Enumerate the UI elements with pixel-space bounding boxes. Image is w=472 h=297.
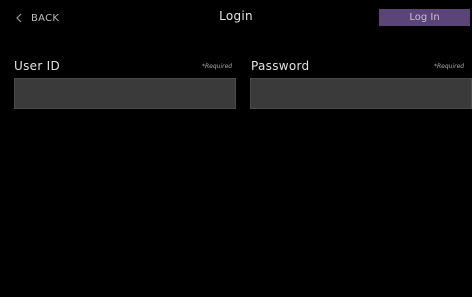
user-id-field[interactable]	[14, 78, 236, 109]
login-button[interactable]: Log In	[379, 9, 470, 26]
user-id-label: User ID	[14, 59, 61, 73]
header-bar: BACK Login Log In	[0, 0, 472, 34]
password-required-note: *Required	[434, 63, 465, 70]
password-field[interactable]	[250, 78, 472, 109]
password-label: Password	[251, 59, 310, 73]
user-id-required-note: *Required	[202, 63, 233, 70]
